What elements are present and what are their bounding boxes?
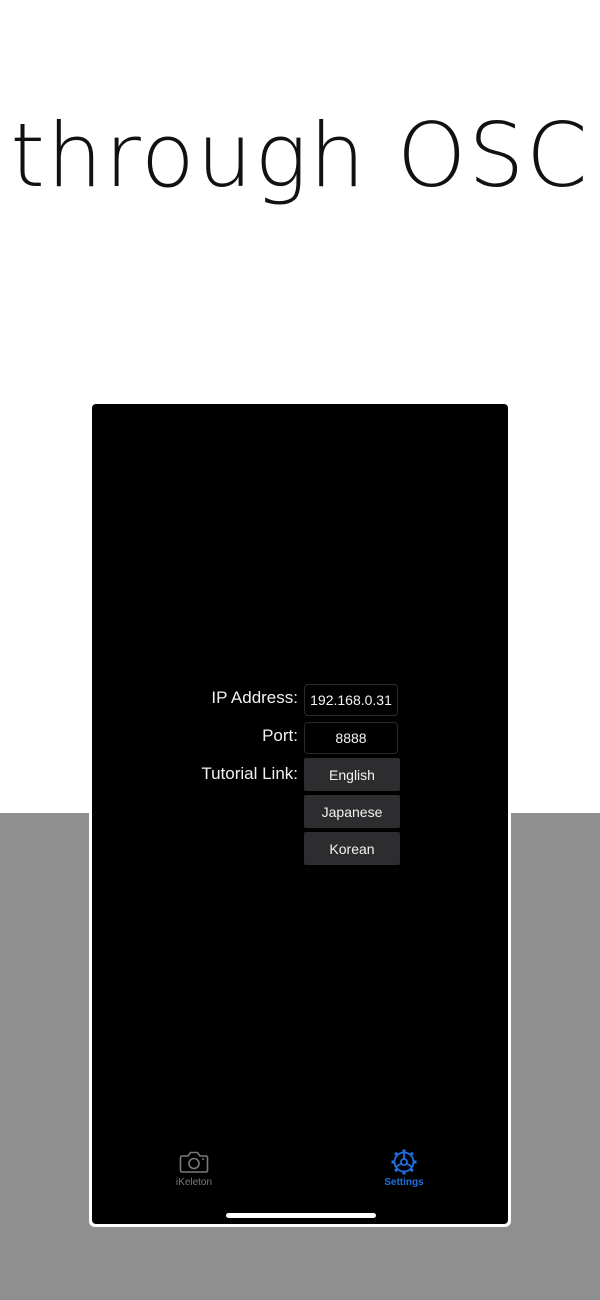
app-screen: IP Address: Port: Tutorial Link: English… xyxy=(92,404,508,1224)
tab-bar: iKeleton Settings xyxy=(92,1149,508,1199)
tab-ikeleton[interactable]: iKeleton xyxy=(154,1149,234,1195)
port-row: Port: xyxy=(92,722,508,756)
phone-frame: IP Address: Port: Tutorial Link: English… xyxy=(89,401,511,1227)
tutorial-link-label: Tutorial Link: xyxy=(201,764,298,783)
korean-tutorial-button[interactable]: Korean xyxy=(304,832,400,865)
ip-address-label: IP Address: xyxy=(211,688,298,707)
tab-settings-label: Settings xyxy=(384,1177,424,1188)
camera-icon xyxy=(179,1151,209,1173)
english-tutorial-button[interactable]: English xyxy=(304,758,400,791)
port-input[interactable] xyxy=(304,722,398,754)
tab-settings[interactable]: Settings xyxy=(364,1149,444,1195)
ip-address-input[interactable] xyxy=(304,684,398,716)
port-label: Port: xyxy=(262,726,298,745)
japanese-tutorial-button[interactable]: Japanese xyxy=(304,795,400,828)
gear-icon xyxy=(391,1149,417,1175)
headline: through OSC xyxy=(10,104,590,207)
ip-row: IP Address: xyxy=(92,684,508,718)
tab-ikeleton-label: iKeleton xyxy=(175,1177,213,1188)
tutorial-row: Tutorial Link: xyxy=(92,760,508,794)
promo-page: through OSC IP Address: Port: Tutorial L… xyxy=(0,0,600,1300)
home-indicator[interactable] xyxy=(226,1213,376,1218)
